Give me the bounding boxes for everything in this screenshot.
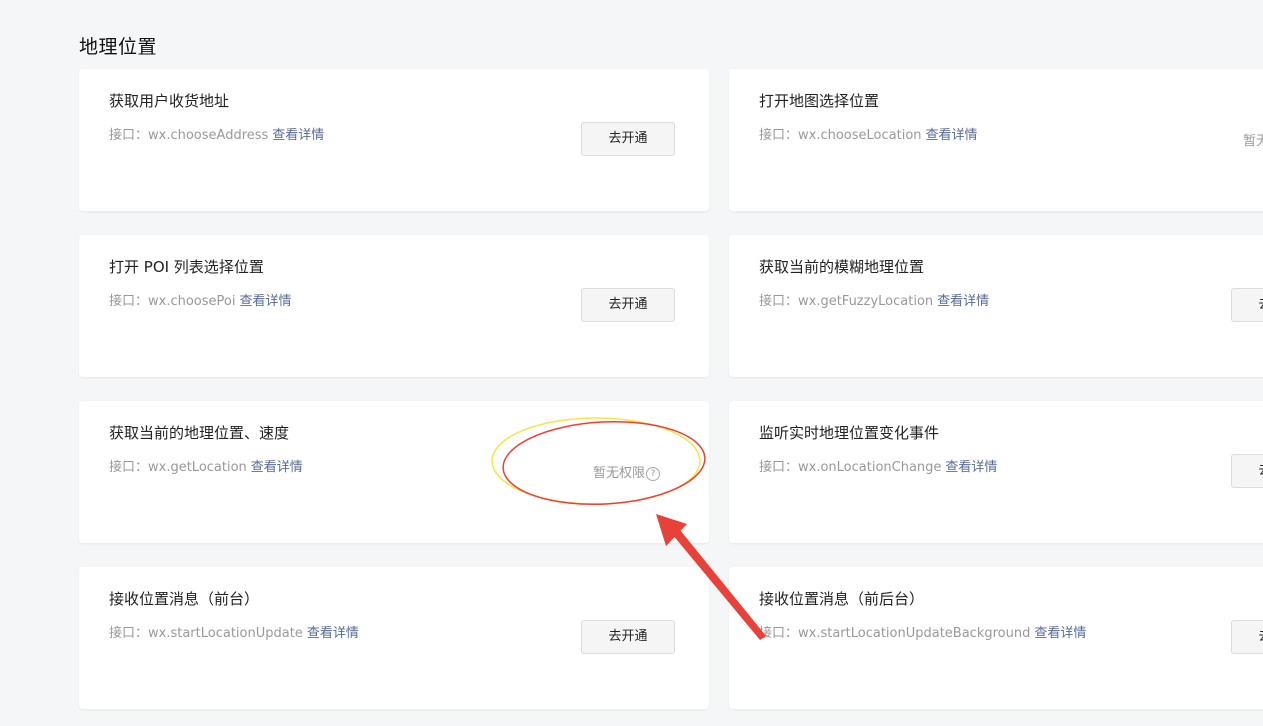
card-api: 接口：wx.onLocationChange 查看详情 [759,456,997,475]
view-details-link[interactable]: 查看详情 [1034,626,1086,641]
activate-button[interactable]: 去开通 [1231,454,1263,488]
card-api: 接口：wx.chooseAddress 查看详情 [109,124,324,143]
no-permission-status: 暂无权限? [593,462,661,481]
view-details-link[interactable]: 查看详情 [926,128,978,143]
card-title: 获取当前的地理位置、速度 [109,424,290,442]
card-title: 打开地图选择位置 [759,92,880,110]
view-details-link[interactable]: 查看详情 [307,626,359,641]
card-choose-address: 获取用户收货地址 接口：wx.chooseAddress 查看详情 去开通 [79,69,709,211]
card-choose-location: 打开地图选择位置 接口：wx.chooseLocation 查看详情 暂无权限? [729,69,1263,211]
view-details-link[interactable]: 查看详情 [945,460,997,475]
api-text: 接口：wx.startLocationUpdateBackground [759,626,1031,641]
card-title: 打开 POI 列表选择位置 [109,258,264,276]
card-api: 接口：wx.getFuzzyLocation 查看详情 [759,290,989,309]
no-permission-status: 暂无权限? [1243,130,1263,149]
activate-button[interactable]: 去开通 [1231,288,1263,322]
card-api: 接口：wx.startLocationUpdate 查看详情 [109,622,359,641]
question-circle-icon[interactable]: ? [646,467,661,481]
section-title: 地理位置 [79,36,158,58]
api-text: 接口：wx.getFuzzyLocation [759,294,934,309]
activate-button[interactable]: 去开通 [581,122,675,156]
card-api: 接口：wx.getLocation 查看详情 [109,456,303,475]
api-text: 接口：wx.onLocationChange [759,460,942,475]
card-title: 获取用户收货地址 [109,92,230,110]
view-details-link[interactable]: 查看详情 [251,460,303,475]
card-choose-poi: 打开 POI 列表选择位置 接口：wx.choosePoi 查看详情 去开通 [79,235,709,377]
card-api: 接口：wx.choosePoi 查看详情 [109,290,291,309]
card-title: 接收位置消息（前台） [109,590,260,608]
card-on-location-change: 监听实时地理位置变化事件 接口：wx.onLocationChange 查看详情 … [729,401,1263,543]
api-text: 接口：wx.choosePoi [109,294,236,309]
card-title: 监听实时地理位置变化事件 [759,424,940,442]
card-get-fuzzy-location: 获取当前的模糊地理位置 接口：wx.getFuzzyLocation查看详情 去… [729,235,1263,377]
card-start-location-update-background: 接收位置消息（前后台） 接口：wx.startLocationUpdateBac… [729,567,1263,709]
card-title: 获取当前的模糊地理位置 [759,258,925,276]
api-text: 接口：wx.chooseAddress [109,128,269,143]
card-get-location: 获取当前的地理位置、速度 接口：wx.getLocation 查看详情 暂无权限? [79,401,709,543]
api-text: 接口：wx.chooseLocation [759,128,922,143]
api-text: 接口：wx.startLocationUpdate [109,626,303,641]
activate-button[interactable]: 去开通 [1231,620,1263,654]
api-text: 接口：wx.getLocation [109,460,247,475]
view-details-link[interactable]: 查看详情 [239,294,291,309]
activate-button[interactable]: 去开通 [581,620,675,654]
card-start-location-update: 接收位置消息（前台） 接口：wx.startLocationUpdate 查看详情… [79,567,709,709]
view-details-link[interactable]: 查看详情 [272,128,324,143]
view-details-link[interactable]: 查看详情 [937,294,989,309]
card-api: 接口：wx.startLocationUpdateBackground 查看详情 [759,622,1086,641]
no-permission-text: 暂无权限 [593,466,646,481]
page: 地理位置 获取用户收货地址 接口：wx.chooseAddress 查看详情 去开… [0,0,1263,726]
no-permission-text: 暂无权限 [1243,134,1263,149]
card-api: 接口：wx.chooseLocation 查看详情 [759,124,978,143]
card-title: 接收位置消息（前后台） [759,590,925,608]
activate-button[interactable]: 去开通 [581,288,675,322]
